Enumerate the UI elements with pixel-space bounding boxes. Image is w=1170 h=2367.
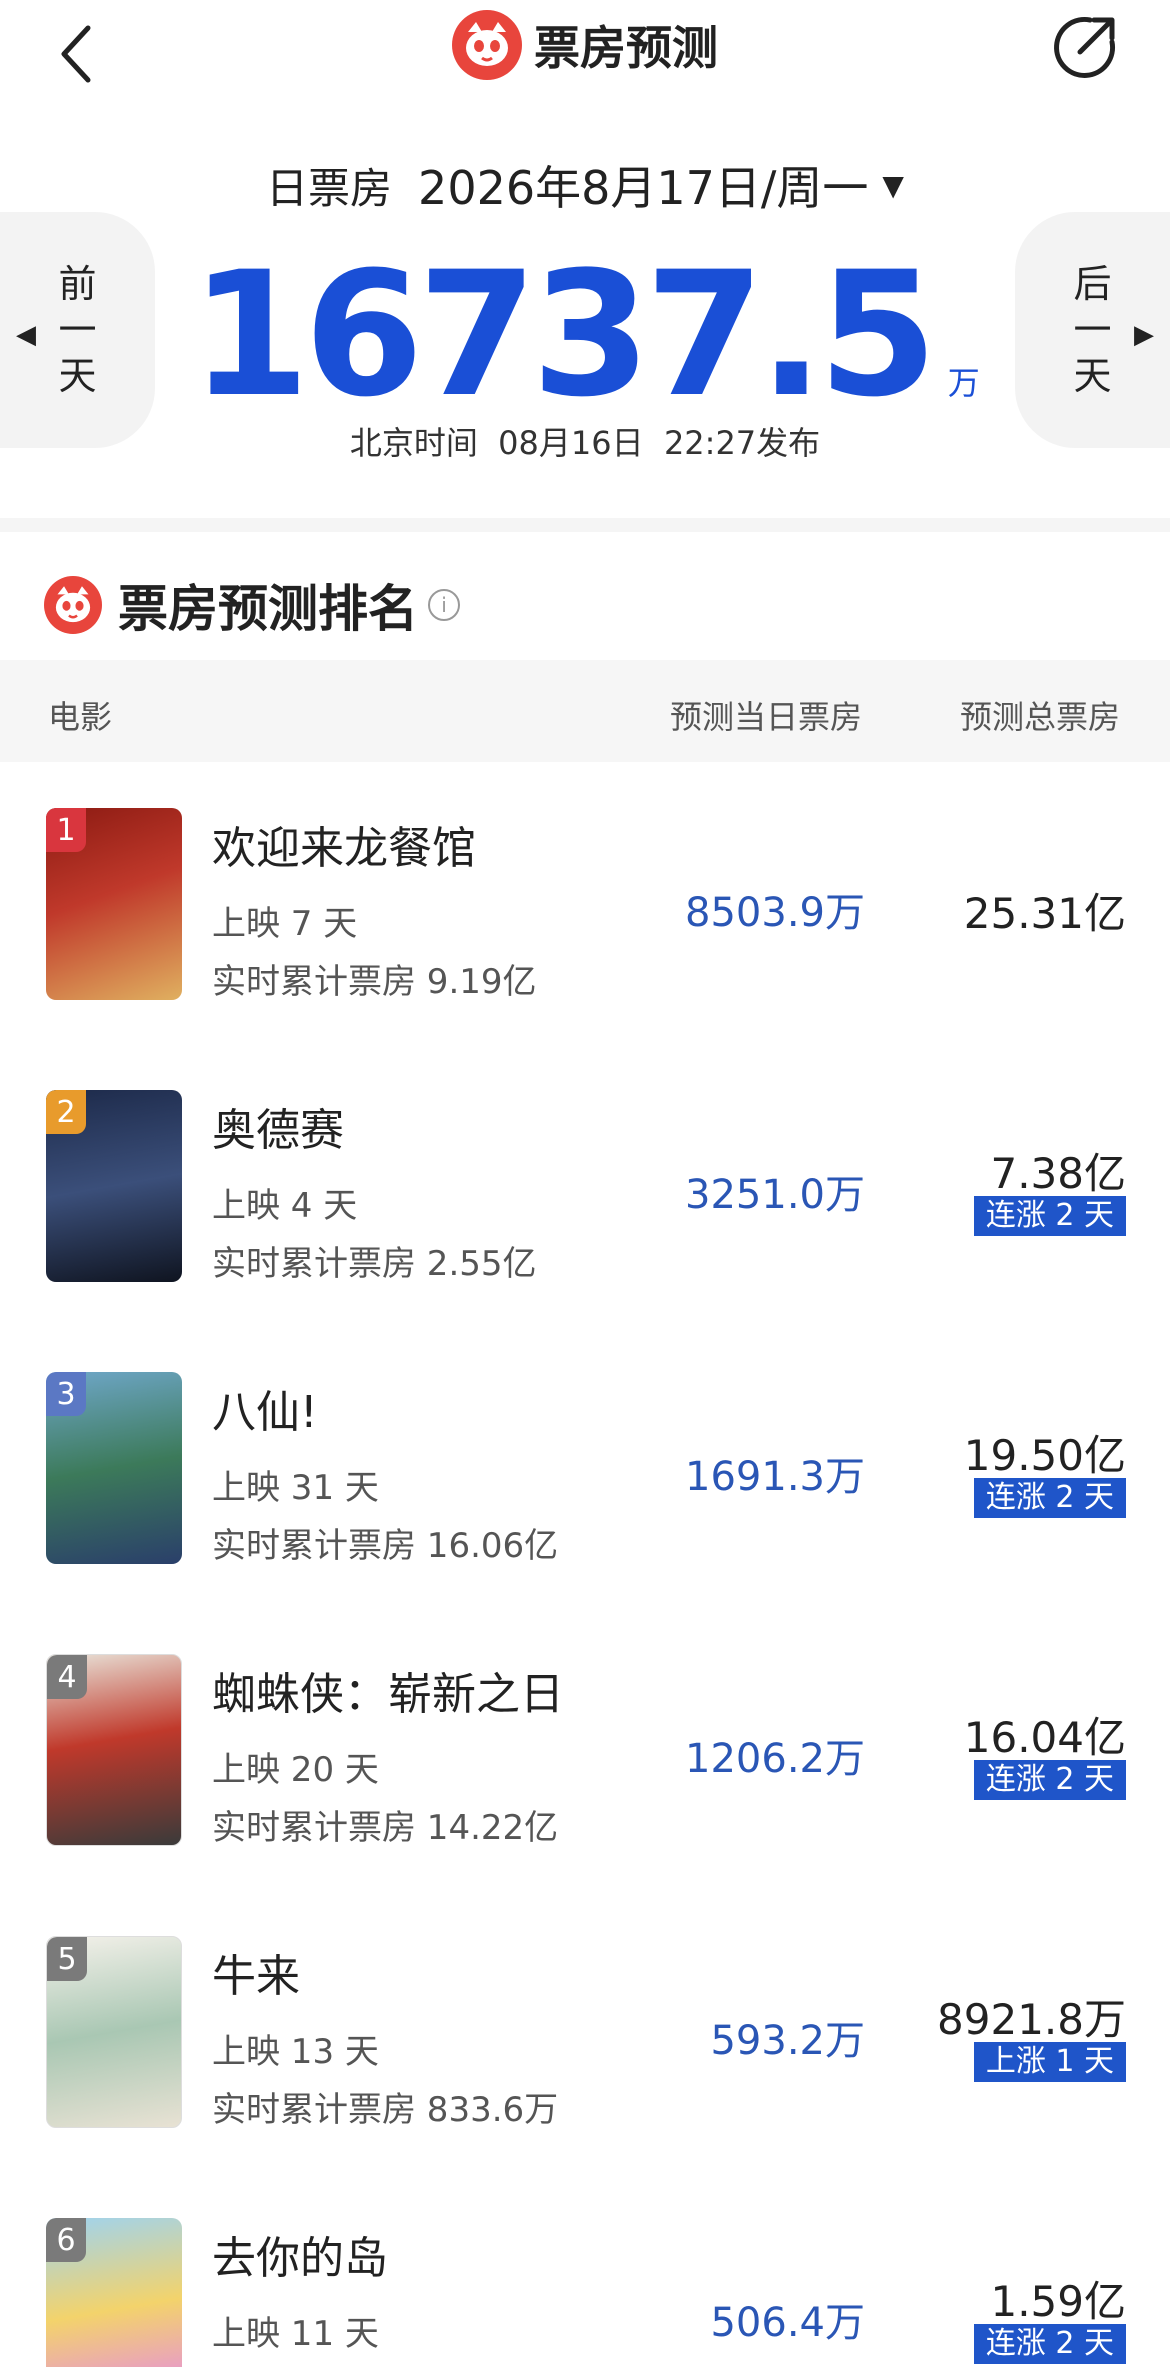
date-selector[interactable]: 日票房 2026年8月17日/周一 ▼ xyxy=(0,150,1170,220)
total-forecast-unit: 万 xyxy=(947,364,980,402)
total-forecast-cell: 1.59亿 xyxy=(990,2277,1126,2326)
movie-row[interactable]: 2 奥德赛 上映 4 天 实时累计票房 2.55亿 3251.0万 7.38亿 … xyxy=(0,1090,1170,1372)
movie-row[interactable]: 3 八仙! 上映 31 天 实时累计票房 16.06亿 1691.3万 19.5… xyxy=(0,1372,1170,1654)
caret-down-icon: ▼ xyxy=(882,168,904,202)
release-days: 上映 11 天 xyxy=(212,2314,379,2354)
trend-tag: 连涨 2 天 xyxy=(973,1760,1126,1800)
section-divider xyxy=(0,518,1170,532)
cumulative-box-office: 实时累计票房 16.06亿 xyxy=(212,1526,559,1566)
cumulative-box-office: 实时累计票房 14.22亿 xyxy=(212,1808,559,1848)
day-forecast: 506.4万 xyxy=(710,2300,865,2346)
cumulative-box-office: 实时累计票房 2.55亿 xyxy=(212,1244,537,1284)
release-days: 上映 20 天 xyxy=(212,1750,379,1790)
day-forecast: 1206.2万 xyxy=(685,1736,865,1782)
rank-badge: 1 xyxy=(46,808,86,852)
movie-poster: 1 xyxy=(46,808,182,1000)
table-header: 电影 预测当日票房 预测总票房 xyxy=(0,660,1170,762)
day-forecast: 593.2万 xyxy=(710,2018,865,2064)
movie-poster: 5 xyxy=(46,1936,182,2128)
date-value: 2026年8月17日/周一 xyxy=(418,161,869,215)
publish-time: 北京时间 08月16日 22:27发布 xyxy=(349,424,821,462)
total-forecast-cell: 16.04亿 xyxy=(963,1713,1126,1762)
movie-poster: 6 xyxy=(46,2218,182,2367)
movie-title: 八仙! xyxy=(212,1387,318,1438)
page-title: 票房预测 xyxy=(534,21,718,75)
trend-tag: 连涨 2 天 xyxy=(973,1196,1126,1236)
column-header-movie: 电影 xyxy=(48,698,113,736)
title-bar: 票房预测 xyxy=(0,0,1170,90)
release-days: 上映 31 天 xyxy=(212,1468,379,1508)
date-type-label: 日票房 xyxy=(266,163,393,213)
rank-badge: 5 xyxy=(47,1937,87,1981)
cumulative-box-office: 实时累计票房 9.19亿 xyxy=(212,962,537,1002)
trend-tag: 连涨 2 天 xyxy=(973,1478,1126,1518)
column-header-day-forecast[interactable]: 预测当日票房 xyxy=(670,692,862,738)
movie-row[interactable]: 5 牛来 上映 13 天 实时累计票房 833.6万 593.2万 8921.8… xyxy=(0,1936,1170,2218)
movie-title: 去你的岛 xyxy=(212,2233,388,2284)
day-forecast: 3251.0万 xyxy=(685,1172,865,1218)
movie-title: 蜘蛛侠：崭新之日 xyxy=(212,1669,564,1720)
cat-logo-icon xyxy=(44,576,102,634)
ranking-header: 票房预测排名 i xyxy=(44,570,460,640)
release-days: 上映 4 天 xyxy=(212,1186,358,1226)
total-forecast-cell: 7.38亿 xyxy=(990,1149,1126,1198)
rank-badge: 6 xyxy=(46,2218,86,2262)
movie-title: 奥德赛 xyxy=(212,1105,344,1156)
movie-poster: 3 xyxy=(46,1372,182,1564)
total-forecast: 16737.5 万 xyxy=(0,240,1170,430)
trend-tag: 上涨 1 天 xyxy=(973,2042,1126,2082)
rank-badge: 3 xyxy=(46,1372,86,1416)
share-icon[interactable] xyxy=(1050,12,1120,82)
cat-logo-icon xyxy=(452,10,522,80)
release-days: 上映 7 天 xyxy=(212,904,358,944)
movie-row[interactable]: 6 去你的岛 上映 11 天 506.4万 1.59亿 连涨 2 天 xyxy=(0,2218,1170,2367)
day-forecast: 8503.9万 xyxy=(685,890,865,936)
release-days: 上映 13 天 xyxy=(212,2032,379,2072)
total-forecast-value: 16737.5 xyxy=(190,234,937,435)
column-header-total-forecast[interactable]: 预测总票房 xyxy=(960,692,1120,738)
info-icon[interactable]: i xyxy=(428,589,460,621)
total-forecast-cell: 25.31亿 xyxy=(963,889,1126,938)
day-forecast: 1691.3万 xyxy=(685,1454,865,1500)
cumulative-box-office: 实时累计票房 833.6万 xyxy=(212,2090,559,2130)
rank-badge: 2 xyxy=(46,1090,86,1134)
movie-poster: 4 xyxy=(46,1654,182,1846)
total-forecast-cell: 8921.8万 xyxy=(937,1995,1126,2044)
movie-title: 欢迎来龙餐馆 xyxy=(212,823,476,874)
ranking-title: 票房预测排名 xyxy=(118,580,418,638)
movie-title: 牛来 xyxy=(212,1951,300,2002)
trend-tag: 连涨 2 天 xyxy=(973,2324,1126,2364)
movie-poster: 2 xyxy=(46,1090,182,1282)
movie-row[interactable]: 1 欢迎来龙餐馆 上映 7 天 实时累计票房 9.19亿 8503.9万 25.… xyxy=(0,808,1170,1090)
movie-row[interactable]: 4 蜘蛛侠：崭新之日 上映 20 天 实时累计票房 14.22亿 1206.2万… xyxy=(0,1654,1170,1936)
rank-badge: 4 xyxy=(47,1655,87,1699)
total-forecast-cell: 19.50亿 xyxy=(963,1431,1126,1480)
